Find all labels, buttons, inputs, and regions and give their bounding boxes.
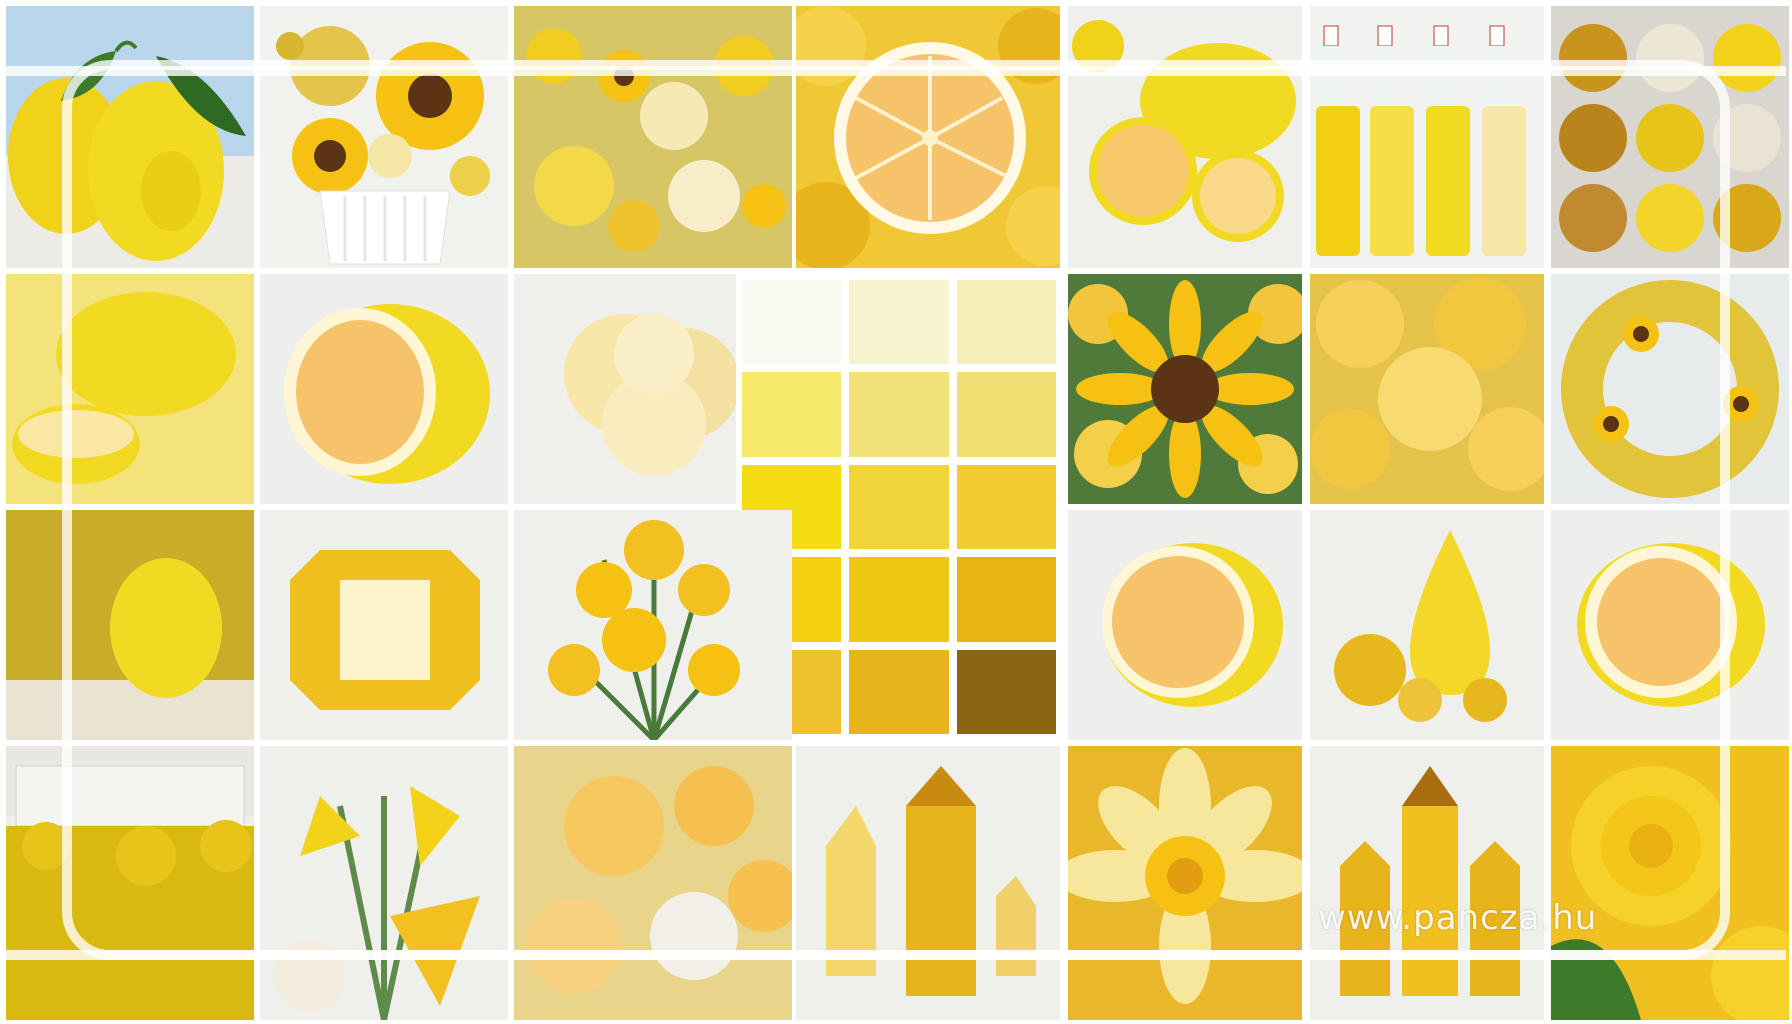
tile-lemon-in-garden: [6, 510, 254, 740]
swatch-4: [742, 372, 842, 457]
tile-yellow-roses: [1310, 274, 1544, 504]
tile-yellow-gemstone: [260, 510, 508, 740]
tile-lemon-and-slices: [1068, 6, 1302, 268]
tile-juice-bottles: [1310, 6, 1544, 268]
tile-citrine-crystals: [796, 746, 1060, 1020]
swatch-1: [742, 280, 842, 365]
tile-glitter-eggs: [1551, 6, 1789, 268]
swatch-14: [849, 649, 949, 734]
tile-sunflower-with-roses: [1068, 274, 1302, 504]
swatch-9: [956, 464, 1056, 550]
swatch-6: [956, 372, 1056, 457]
swatch-5: [849, 372, 949, 457]
swatch-11: [849, 557, 949, 642]
tile-yellow-drop-and-spheres: [1310, 510, 1544, 740]
tile-mansion-with-yellow-field: [6, 746, 254, 1020]
tile-lemons-with-leaves: [6, 6, 254, 268]
tile-yellow-flower-field: [514, 6, 792, 268]
watermark-text: www.pancza.hu: [1318, 898, 1598, 938]
tile-half-grapefruit: [1068, 510, 1302, 740]
tile-grapefruit-half-on-roses: [796, 6, 1060, 268]
tile-cut-lemon: [260, 274, 508, 504]
tile-sunflower-wreath: [1551, 274, 1789, 504]
swatch-8: [849, 464, 949, 550]
tile-narcissus-flower: [1068, 746, 1302, 1020]
swatch-12: [956, 557, 1056, 642]
tile-cream-rose-bouquet: [514, 746, 792, 1020]
tile-lemon-with-slice-yellow-bg: [6, 274, 254, 504]
swatch-3: [956, 280, 1056, 365]
tile-yellow-lilies: [260, 746, 508, 1020]
tile-amber-crystal-prisms: [1310, 746, 1544, 1020]
tile-daffodil-bouquet: [514, 510, 792, 740]
swatch-2: [849, 280, 949, 365]
tile-halved-lemon: [1551, 510, 1789, 740]
swatch-15: [956, 649, 1056, 734]
tile-yellow-rose-closeup: [1551, 746, 1789, 1020]
tile-sunflower-bouquet: [260, 6, 508, 268]
